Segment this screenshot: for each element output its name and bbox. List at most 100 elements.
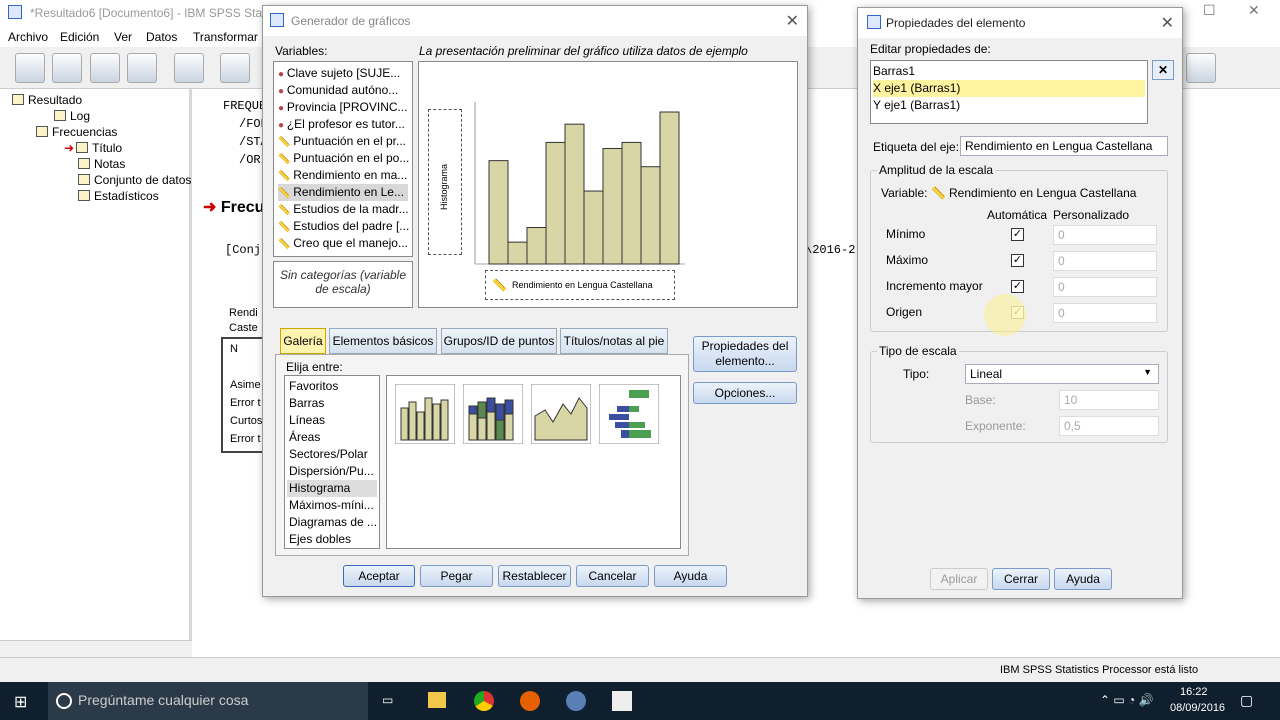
help-button[interactable]: Ayuda (654, 565, 727, 587)
custom-value-input[interactable]: 0 (1053, 225, 1157, 245)
variable-item[interactable]: ● ¿El profesor es tutor... (278, 116, 405, 133)
firefox-icon[interactable] (520, 691, 540, 711)
variable-item[interactable]: ● Comunidad autóno... (278, 82, 398, 99)
variable-item[interactable]: 📏 Estudios de la madr... (278, 201, 409, 218)
variable-item[interactable]: ● Provincia [PROVINC... (278, 99, 408, 116)
variable-item[interactable]: 📏 Puntuación en el pr... (278, 133, 406, 150)
menu-edicion[interactable]: Edición (60, 30, 99, 44)
scale-type-select[interactable]: Lineal ▼ (965, 364, 1159, 384)
doc-icon (76, 142, 89, 153)
maximize-icon[interactable]: ☐ (1203, 2, 1216, 19)
list-item[interactable]: Barras1 (873, 63, 1145, 80)
elements-list[interactable]: Barras1 X eje1 (Barras1) Y eje1 (Barras1… (870, 60, 1148, 124)
menu-datos[interactable]: Datos (146, 30, 177, 44)
tab-grupos[interactable]: Grupos/ID de puntos (441, 328, 557, 354)
automatic-checkbox[interactable]: ✓ (1011, 280, 1024, 293)
base-input[interactable]: 10 (1059, 390, 1159, 410)
gallery-item[interactable]: Histograma (287, 480, 377, 497)
options-button[interactable]: Opciones... (693, 382, 797, 404)
gallery-item[interactable]: Ejes dobles (287, 531, 377, 548)
simple-histogram-thumb[interactable] (395, 384, 455, 444)
paste-button[interactable]: Pegar (420, 565, 493, 587)
list-item[interactable]: Y eje1 (Barras1) (873, 97, 1145, 114)
automatic-checkbox[interactable]: ✓ (1011, 254, 1024, 267)
export-icon[interactable] (174, 53, 204, 83)
nav-item-conjunto[interactable]: Conjunto de datos (78, 173, 191, 187)
histogram-preview (474, 102, 685, 265)
tab-elementos-basicos[interactable]: Elementos básicos (329, 328, 437, 354)
nav-item-titulo[interactable]: ➜ Título (64, 141, 122, 155)
help-button[interactable]: Ayuda (1054, 568, 1112, 590)
exponent-input[interactable]: 0,5 (1059, 416, 1159, 436)
apply-button[interactable]: Aplicar (930, 568, 988, 590)
variable-item[interactable]: 📏 Creo que el manejo... (278, 235, 408, 252)
nav-item-notas[interactable]: Notas (78, 157, 125, 171)
designate-window-icon[interactable] (1186, 53, 1216, 83)
close-button[interactable]: Cerrar (992, 568, 1050, 590)
task-view-icon[interactable]: ▭ (382, 693, 393, 707)
windows-start-icon[interactable]: ⊞ (14, 692, 27, 712)
tray-icons[interactable]: ⌃ ▭ ◔ 🔊 (1100, 693, 1154, 707)
variable-item[interactable]: 📏 Estudios del padre [... (278, 218, 409, 235)
stacked-histogram-thumb[interactable] (463, 384, 523, 444)
goto-data-icon[interactable] (220, 53, 250, 83)
axis-label-input[interactable]: Rendimiento en Lengua Castellana (960, 136, 1168, 156)
gallery-thumbnails[interactable] (386, 375, 681, 549)
clock-time[interactable]: 16:22 (1180, 686, 1208, 698)
variable-item[interactable]: ● Clave sujeto [SUJE... (278, 65, 400, 82)
delete-element-icon[interactable]: ✕ (1152, 60, 1174, 80)
population-pyramid-thumb[interactable] (599, 384, 659, 444)
custom-value-input[interactable]: 0 (1053, 303, 1157, 323)
close-icon[interactable]: ✕ (1248, 2, 1260, 19)
nav-item-frecuencias[interactable]: Frecuencias (36, 125, 117, 139)
notifications-icon[interactable]: ▢ (1240, 692, 1253, 709)
app-title: *Resultado6 [Documento6] - IBM SPSS Stat… (30, 6, 293, 20)
custom-value-input[interactable]: 0 (1053, 251, 1157, 271)
list-item-selected[interactable]: X eje1 (Barras1) (873, 80, 1145, 97)
gallery-item[interactable]: Favoritos (287, 378, 377, 395)
chrome-icon[interactable] (474, 691, 494, 711)
spss-taskbar-icon[interactable] (566, 691, 586, 711)
gallery-list[interactable]: Favoritos Barras Líneas Áreas Sectores/Polar… (284, 375, 380, 549)
frequency-polygon-thumb[interactable] (531, 384, 591, 444)
reset-button[interactable]: Restablecer (498, 565, 571, 587)
open-icon[interactable] (15, 53, 45, 83)
menu-archivo[interactable]: Archivo (8, 30, 48, 44)
custom-value-input[interactable]: 0 (1053, 277, 1157, 297)
variables-list[interactable]: ● Clave sujeto [SUJE... ● Comunidad autón… (273, 61, 413, 257)
print-icon[interactable] (90, 53, 120, 83)
variable-item[interactable]: 📏 Rendimiento en Le... (278, 184, 408, 201)
gallery-item[interactable]: Líneas (287, 412, 377, 429)
explorer-icon[interactable] (428, 692, 446, 708)
automatic-checkbox[interactable]: ✓ (1011, 228, 1024, 241)
preview-icon[interactable] (127, 53, 157, 83)
chart-preview-canvas[interactable]: Histograma 📏 Rendimiento en Lengua Caste… (418, 61, 798, 308)
gallery-item[interactable]: Diagramas de ... (287, 514, 377, 531)
variable-item[interactable]: 📏 Rendimiento en ma... (278, 167, 407, 184)
taskbar-search[interactable]: Pregúntame cualquier cosa (48, 682, 368, 720)
save-icon[interactable] (52, 53, 82, 83)
variable-item[interactable]: 📏 Puntuación en el po... (278, 150, 409, 167)
nav-item-estadisticos[interactable]: Estadísticos (78, 189, 159, 203)
app-taskbar-icon[interactable] (612, 691, 632, 711)
nav-item-log[interactable]: Log (54, 109, 90, 123)
menu-transformar[interactable]: Transformar (193, 30, 258, 44)
x-axis-dropzone[interactable]: 📏 Rendimiento en Lengua Castellana (485, 270, 675, 300)
close-icon[interactable]: ✕ (786, 11, 799, 31)
gallery-item[interactable]: Sectores/Polar (287, 446, 377, 463)
tab-galeria[interactable]: Galería (280, 328, 326, 354)
element-properties-button[interactable]: Propiedades del elemento... (693, 336, 797, 372)
nav-item-resultado[interactable]: Resultado (12, 93, 82, 107)
gallery-item[interactable]: Dispersión/Pu... (287, 463, 377, 480)
tab-titulos[interactable]: Títulos/notas al pie (560, 328, 668, 354)
clock-date[interactable]: 08/09/2016 (1170, 702, 1225, 714)
y-axis-dropzone[interactable]: Histograma (428, 109, 462, 255)
nav-scrollbar[interactable] (0, 640, 192, 657)
gallery-item[interactable]: Máximos-míni... (287, 497, 377, 514)
menu-ver[interactable]: Ver (114, 30, 132, 44)
close-icon[interactable]: ✕ (1161, 13, 1174, 33)
accept-button[interactable]: Aceptar (343, 565, 415, 587)
gallery-item[interactable]: Barras (287, 395, 377, 412)
gallery-item[interactable]: Áreas (287, 429, 377, 446)
cancel-button[interactable]: Cancelar (576, 565, 649, 587)
